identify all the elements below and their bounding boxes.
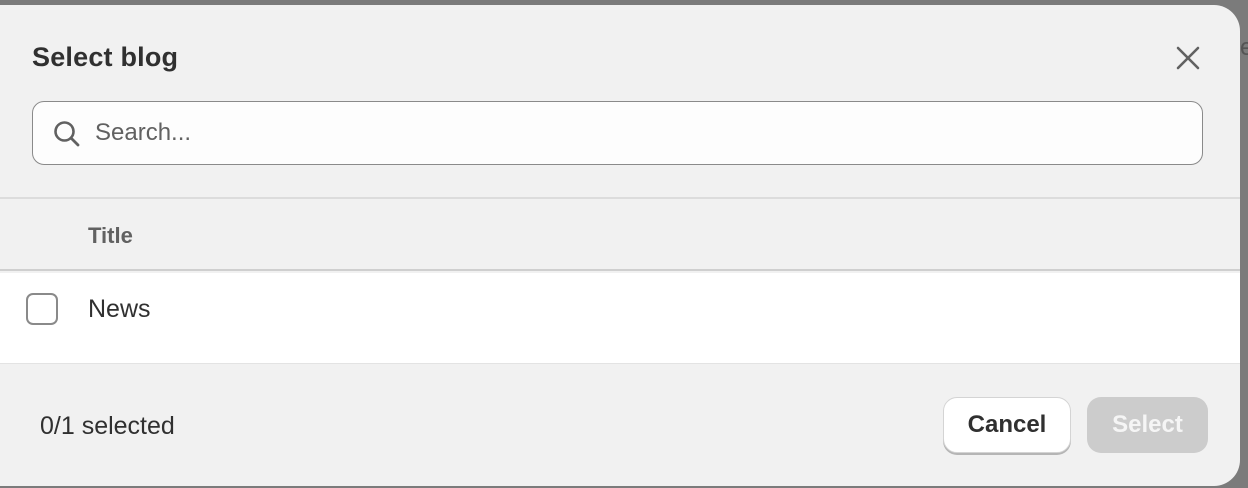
search-icon <box>54 121 80 147</box>
select-button[interactable]: Select <box>1087 397 1208 453</box>
row-title: News <box>88 295 151 323</box>
close-button[interactable] <box>1168 38 1208 78</box>
modal-title: Select blog <box>32 42 179 72</box>
row-checkbox[interactable] <box>26 293 58 325</box>
select-blog-modal: Select blog Title News 0/1 selected Canc… <box>0 5 1240 486</box>
modal-header: Select blog <box>0 5 1240 197</box>
table-row[interactable]: News <box>0 273 1240 364</box>
selected-count: 0/1 selected <box>40 412 175 440</box>
column-header-title: Title <box>88 223 133 248</box>
search-input[interactable] <box>95 102 1185 164</box>
modal-footer: 0/1 selected Cancel Select <box>0 365 1240 486</box>
search-field[interactable] <box>32 101 1203 165</box>
cancel-button[interactable]: Cancel <box>943 397 1071 453</box>
close-icon <box>1176 46 1200 70</box>
table-header: Title <box>0 199 1240 271</box>
background-partial-text: e <box>1240 34 1248 61</box>
